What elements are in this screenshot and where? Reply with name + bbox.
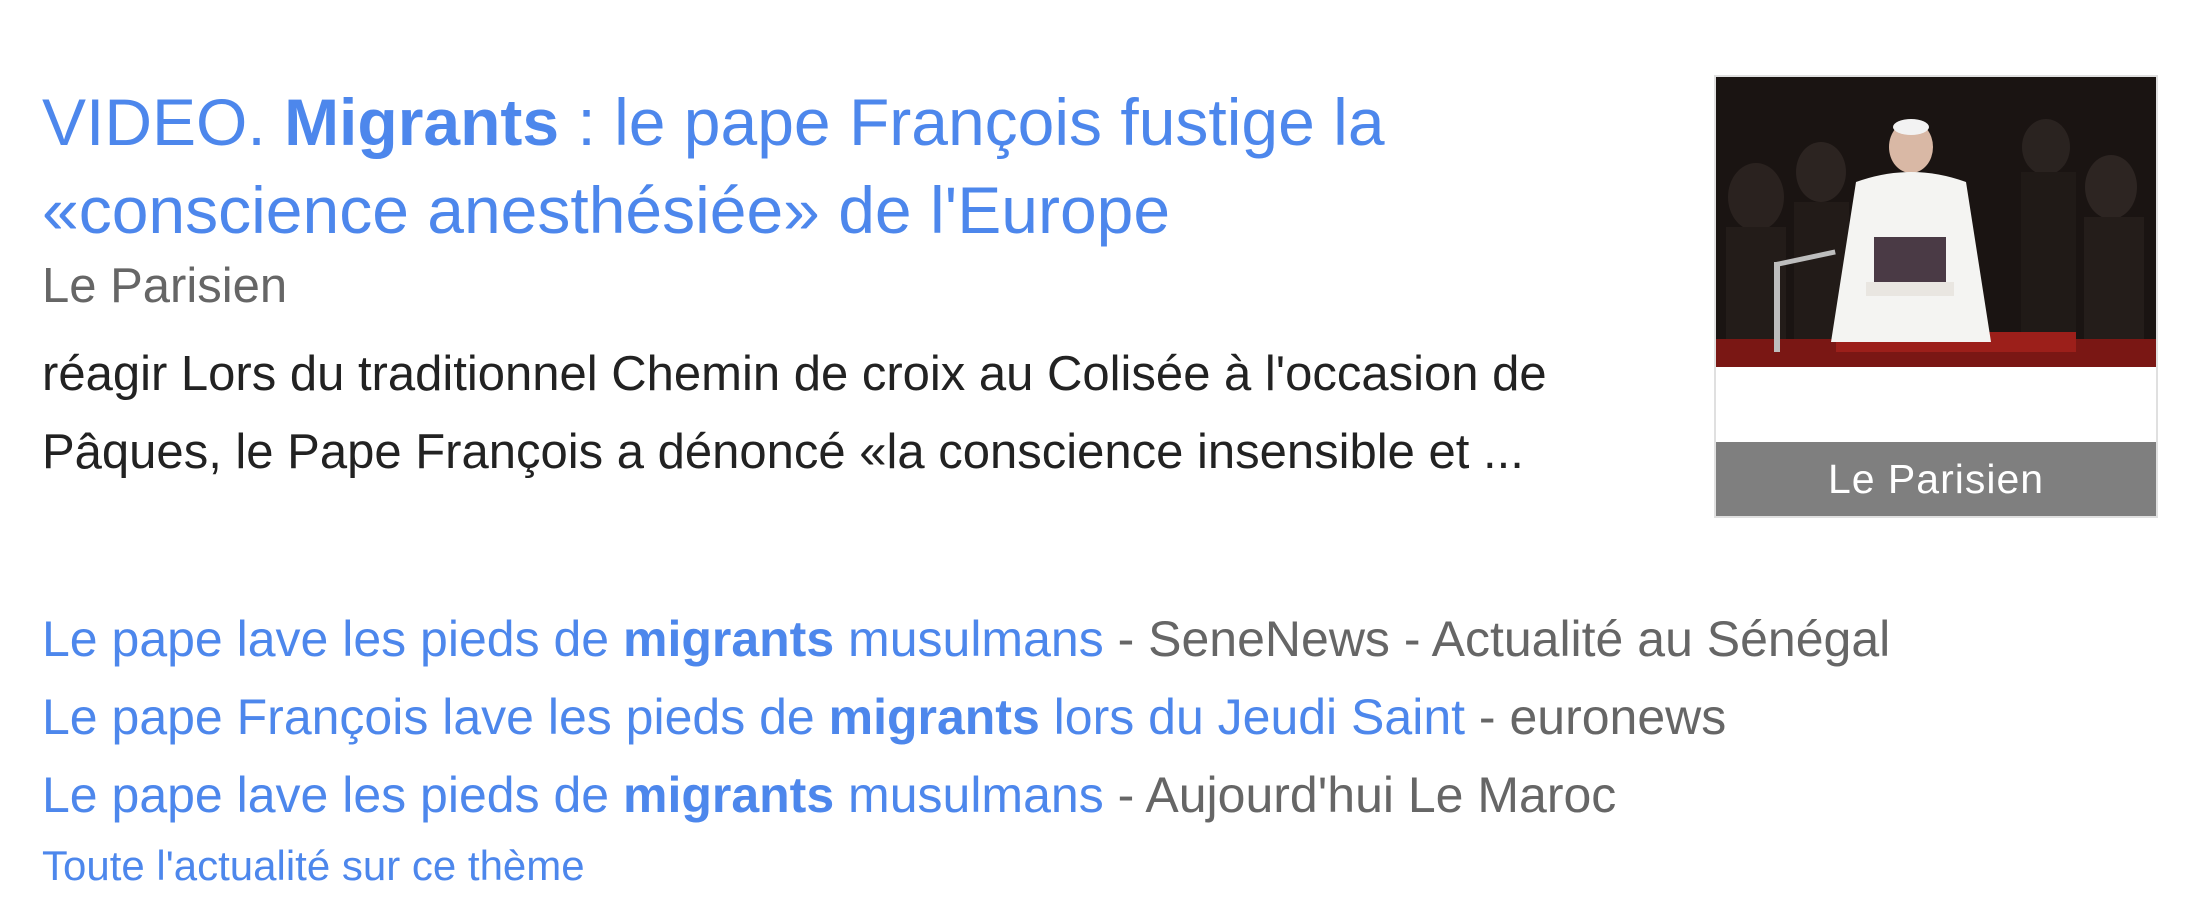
related-title-part: musulmans bbox=[834, 611, 1104, 667]
related-article: Le pape François lave les pieds de migra… bbox=[42, 678, 2162, 756]
related-article-link[interactable]: Le pape lave les pieds de migrants musul… bbox=[42, 767, 1104, 823]
headline-link[interactable]: VIDEO. Migrants : le pape François fusti… bbox=[42, 78, 1642, 254]
related-article: Le pape lave les pieds de migrants musul… bbox=[42, 756, 2162, 834]
snippet-text: réagir Lors du traditionnel Chemin de cr… bbox=[42, 347, 1547, 479]
related-title-part: Le pape François lave les pieds de bbox=[42, 689, 829, 745]
related-publisher: SeneNews - Actualité au Sénégal bbox=[1148, 611, 1891, 667]
more-coverage-link[interactable]: Toute l'actualité sur ce thème bbox=[42, 838, 585, 894]
source-name: Le Parisien bbox=[42, 259, 288, 313]
related-publisher: euronews bbox=[1509, 689, 1727, 745]
related-title-keyword: migrants bbox=[622, 767, 835, 823]
related-articles: Le pape lave les pieds de migrants musul… bbox=[42, 600, 2162, 834]
thumbnail-caption: Le Parisien bbox=[1716, 442, 2156, 516]
headline-line2: «conscience anesthésiée» de l'Europe bbox=[42, 173, 1171, 247]
related-article-link[interactable]: Le pape lave les pieds de migrants musul… bbox=[42, 611, 1104, 667]
related-publisher: Aujourd'hui Le Maroc bbox=[1145, 767, 1617, 823]
separator: - bbox=[1103, 767, 1146, 823]
related-title-part: Le pape lave les pieds de bbox=[42, 611, 623, 667]
thumbnail[interactable]: Le Parisien bbox=[1714, 75, 2158, 518]
headline-keyword: Migrants bbox=[284, 85, 560, 159]
separator: - bbox=[1103, 611, 1149, 667]
related-title-keyword: migrants bbox=[622, 611, 835, 667]
news-result: VIDEO. Migrants : le pape François fusti… bbox=[0, 0, 2200, 902]
headline-prefix: VIDEO. bbox=[42, 85, 285, 159]
related-article: Le pape lave les pieds de migrants musul… bbox=[42, 600, 2162, 678]
separator: - bbox=[1465, 689, 1510, 745]
pope-photo-thumbnail bbox=[1716, 77, 2156, 367]
headline-suffix: : le pape François fustige la bbox=[559, 85, 1385, 159]
related-article-link[interactable]: Le pape François lave les pieds de migra… bbox=[42, 689, 1465, 745]
related-title-part: Le pape lave les pieds de bbox=[42, 767, 623, 823]
related-title-keyword: migrants bbox=[828, 689, 1040, 745]
related-title-part: musulmans bbox=[834, 767, 1104, 823]
related-title-part: lors du Jeudi Saint bbox=[1039, 689, 1466, 745]
